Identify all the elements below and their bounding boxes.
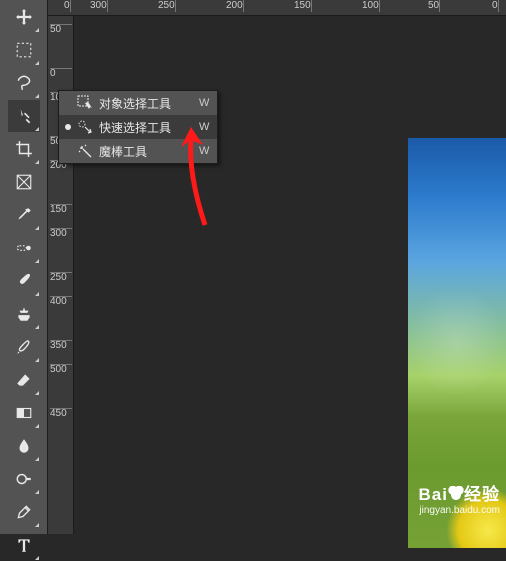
artboard-tool[interactable] [8,34,40,66]
watermark-text: 经验 [464,485,500,504]
pen-tool[interactable] [8,496,40,528]
tool-flyout-menu: 对象选择工具 W 快速选择工具 W 魔棒工具 W [58,90,218,164]
ruler-vtick: 500 [50,364,72,375]
ruler-vtick: 50 [50,24,72,35]
ruler-horizontal: 0 300 250 200 150 100 50 0 [48,0,506,16]
watermark-text: Bai [419,485,448,504]
ruler-vtick: 400 [50,296,72,307]
ruler-vtick: 350 [50,340,72,351]
paw-icon [448,486,464,500]
quick-select-icon [77,119,93,135]
history-brush-tool[interactable] [8,331,40,363]
ruler-tick: 100 [360,0,380,12]
flyout-quick-select[interactable]: 快速选择工具 W [59,115,217,139]
crop-tool[interactable] [8,133,40,165]
frame-tool[interactable] [8,166,40,198]
watermark-logo: Bai 经验 [419,480,500,505]
ruler-tick: 50 [426,0,440,12]
flyout-label: 对象选择工具 [99,95,189,112]
eyedropper-tool[interactable] [8,199,40,231]
object-select-icon [77,95,93,111]
flyout-indicator [65,124,71,130]
flyout-shortcut: W [195,145,209,157]
move-tool[interactable] [8,1,40,33]
flyout-label: 魔棒工具 [99,143,189,160]
flyout-magic-wand[interactable]: 魔棒工具 W [59,139,217,163]
spot-heal-tool[interactable] [8,232,40,264]
flyout-label: 快速选择工具 [99,119,189,136]
flyout-shortcut: W [195,97,209,109]
flyout-shortcut: W [195,121,209,133]
watermark-url: jingyan.baidu.com [419,505,500,516]
ruler-vtick: 150 [50,204,72,215]
eraser-tool[interactable] [8,364,40,396]
ruler-tick: 0 [490,0,499,12]
lasso-tool[interactable] [8,67,40,99]
ruler-tick: 0 [62,0,71,12]
ruler-tick: 300 [88,0,108,12]
ruler-vtick: 300 [50,228,72,239]
ruler-tick: 200 [224,0,244,12]
ruler-tick: 250 [156,0,176,12]
ruler-vtick: 250 [50,272,72,283]
clone-stamp-tool[interactable] [8,298,40,330]
ruler-vtick: 0 [50,68,72,79]
flyout-object-select[interactable]: 对象选择工具 W [59,91,217,115]
ruler-vtick: 450 [50,408,72,419]
dodge-tool[interactable] [8,463,40,495]
magic-wand-icon [77,143,93,159]
blur-tool[interactable] [8,430,40,462]
brush-tool[interactable] [8,265,40,297]
quick-select-tool[interactable] [8,100,40,132]
watermark: Bai 经验 jingyan.baidu.com [419,480,500,516]
ruler-tick: 150 [292,0,312,12]
gradient-tool[interactable] [8,397,40,429]
toolbox [0,0,48,534]
